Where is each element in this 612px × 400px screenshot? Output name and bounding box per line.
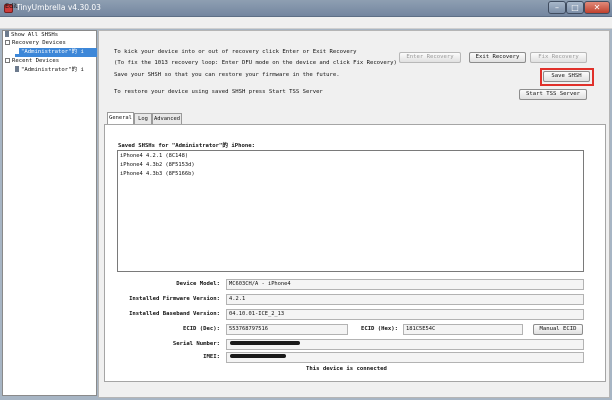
recovery-help-text: To kick your device into or out of recov… [114, 49, 357, 55]
save-shsh-help-text: Save your SHSH so that you can restore y… [114, 72, 340, 78]
ecid-dec-label: ECID (Dec): [182, 326, 220, 332]
saved-shsh-list[interactable]: iPhone4 4.2.1 (8C148) iPhone4 4.3b2 (8F5… [117, 150, 584, 272]
list-item[interactable]: iPhone4 4.2.1 (8C148) [120, 153, 188, 159]
enter-recovery-button[interactable]: Enter Recovery [399, 52, 461, 63]
exit-recovery-button[interactable]: Exit Recovery [469, 52, 526, 63]
saved-shsh-label: Saved SHSHs for "Administrator"的 iPhone: [118, 143, 255, 149]
manual-ecid-button[interactable]: Manual ECID [533, 324, 583, 335]
iphone-icon [15, 66, 19, 72]
ecid-hex-field: 181C5E54C [403, 324, 523, 335]
fix-recovery-help-text: (To fix the 1013 recovery loop: Enter DF… [114, 60, 397, 66]
tree-item-recent-device[interactable]: "Administrator"的 i [15, 66, 84, 75]
tab-general[interactable]: General [107, 112, 134, 124]
menu-bar [0, 17, 612, 29]
maximize-button[interactable]: □ [566, 1, 584, 14]
tree-item-recovery-devices[interactable]: Recovery Devices [5, 39, 66, 48]
baseband-version-label: Installed Baseband Version: [129, 311, 220, 317]
fix-recovery-button[interactable]: Fix Recovery [530, 52, 587, 63]
minimize-button[interactable]: – [548, 1, 566, 14]
tab-advanced[interactable]: Advanced [152, 113, 182, 124]
serial-number-label: Serial Number: [172, 341, 220, 347]
device-model-label: Device Model: [176, 281, 220, 287]
firmware-version-label: Installed Firmware Version: [129, 296, 220, 302]
close-button[interactable]: ✕ [584, 1, 610, 14]
menu-edit[interactable]: Edit [5, 2, 18, 10]
ecid-hex-label: ECID (Hex): [360, 326, 398, 332]
firmware-version-field: 4.2.1 [226, 294, 584, 305]
redaction-mark [230, 341, 300, 345]
tss-help-text: To restore your device using saved SHSH … [114, 89, 323, 95]
iphone-icon [15, 48, 19, 54]
baseband-version-field: 04.10.01-ICE_2_13 [226, 309, 584, 320]
redaction-mark [230, 354, 286, 358]
device-model-field: MC603CH/A - iPhone4 [226, 279, 584, 290]
tree-expander-icon[interactable] [5, 58, 10, 63]
window-title: TinyUmbrella v4.30.03 [16, 3, 101, 12]
tree-item-recent-devices[interactable]: Recent Devices [5, 57, 59, 66]
start-tss-server-button[interactable]: Start TSS Server [519, 89, 587, 100]
tab-log[interactable]: Log [134, 113, 152, 124]
connection-status: This device is connected [306, 366, 387, 372]
list-item[interactable]: iPhone4 4.3b2 (8F5153d) [120, 162, 195, 168]
tree-item-recovery-device[interactable]: "Administrator"的 i [15, 48, 97, 57]
imei-label: IMEI: [203, 354, 220, 360]
tree-expander-icon[interactable] [5, 40, 10, 45]
shsh-file-icon [5, 31, 9, 37]
ecid-dec-field: 553768797516 [226, 324, 348, 335]
list-item[interactable]: iPhone4 4.3b3 (8F5166b) [120, 171, 195, 177]
save-shsh-highlight-box [540, 68, 594, 86]
device-tree[interactable]: Show All SHSHs Recovery Devices "Adminis… [2, 30, 97, 396]
